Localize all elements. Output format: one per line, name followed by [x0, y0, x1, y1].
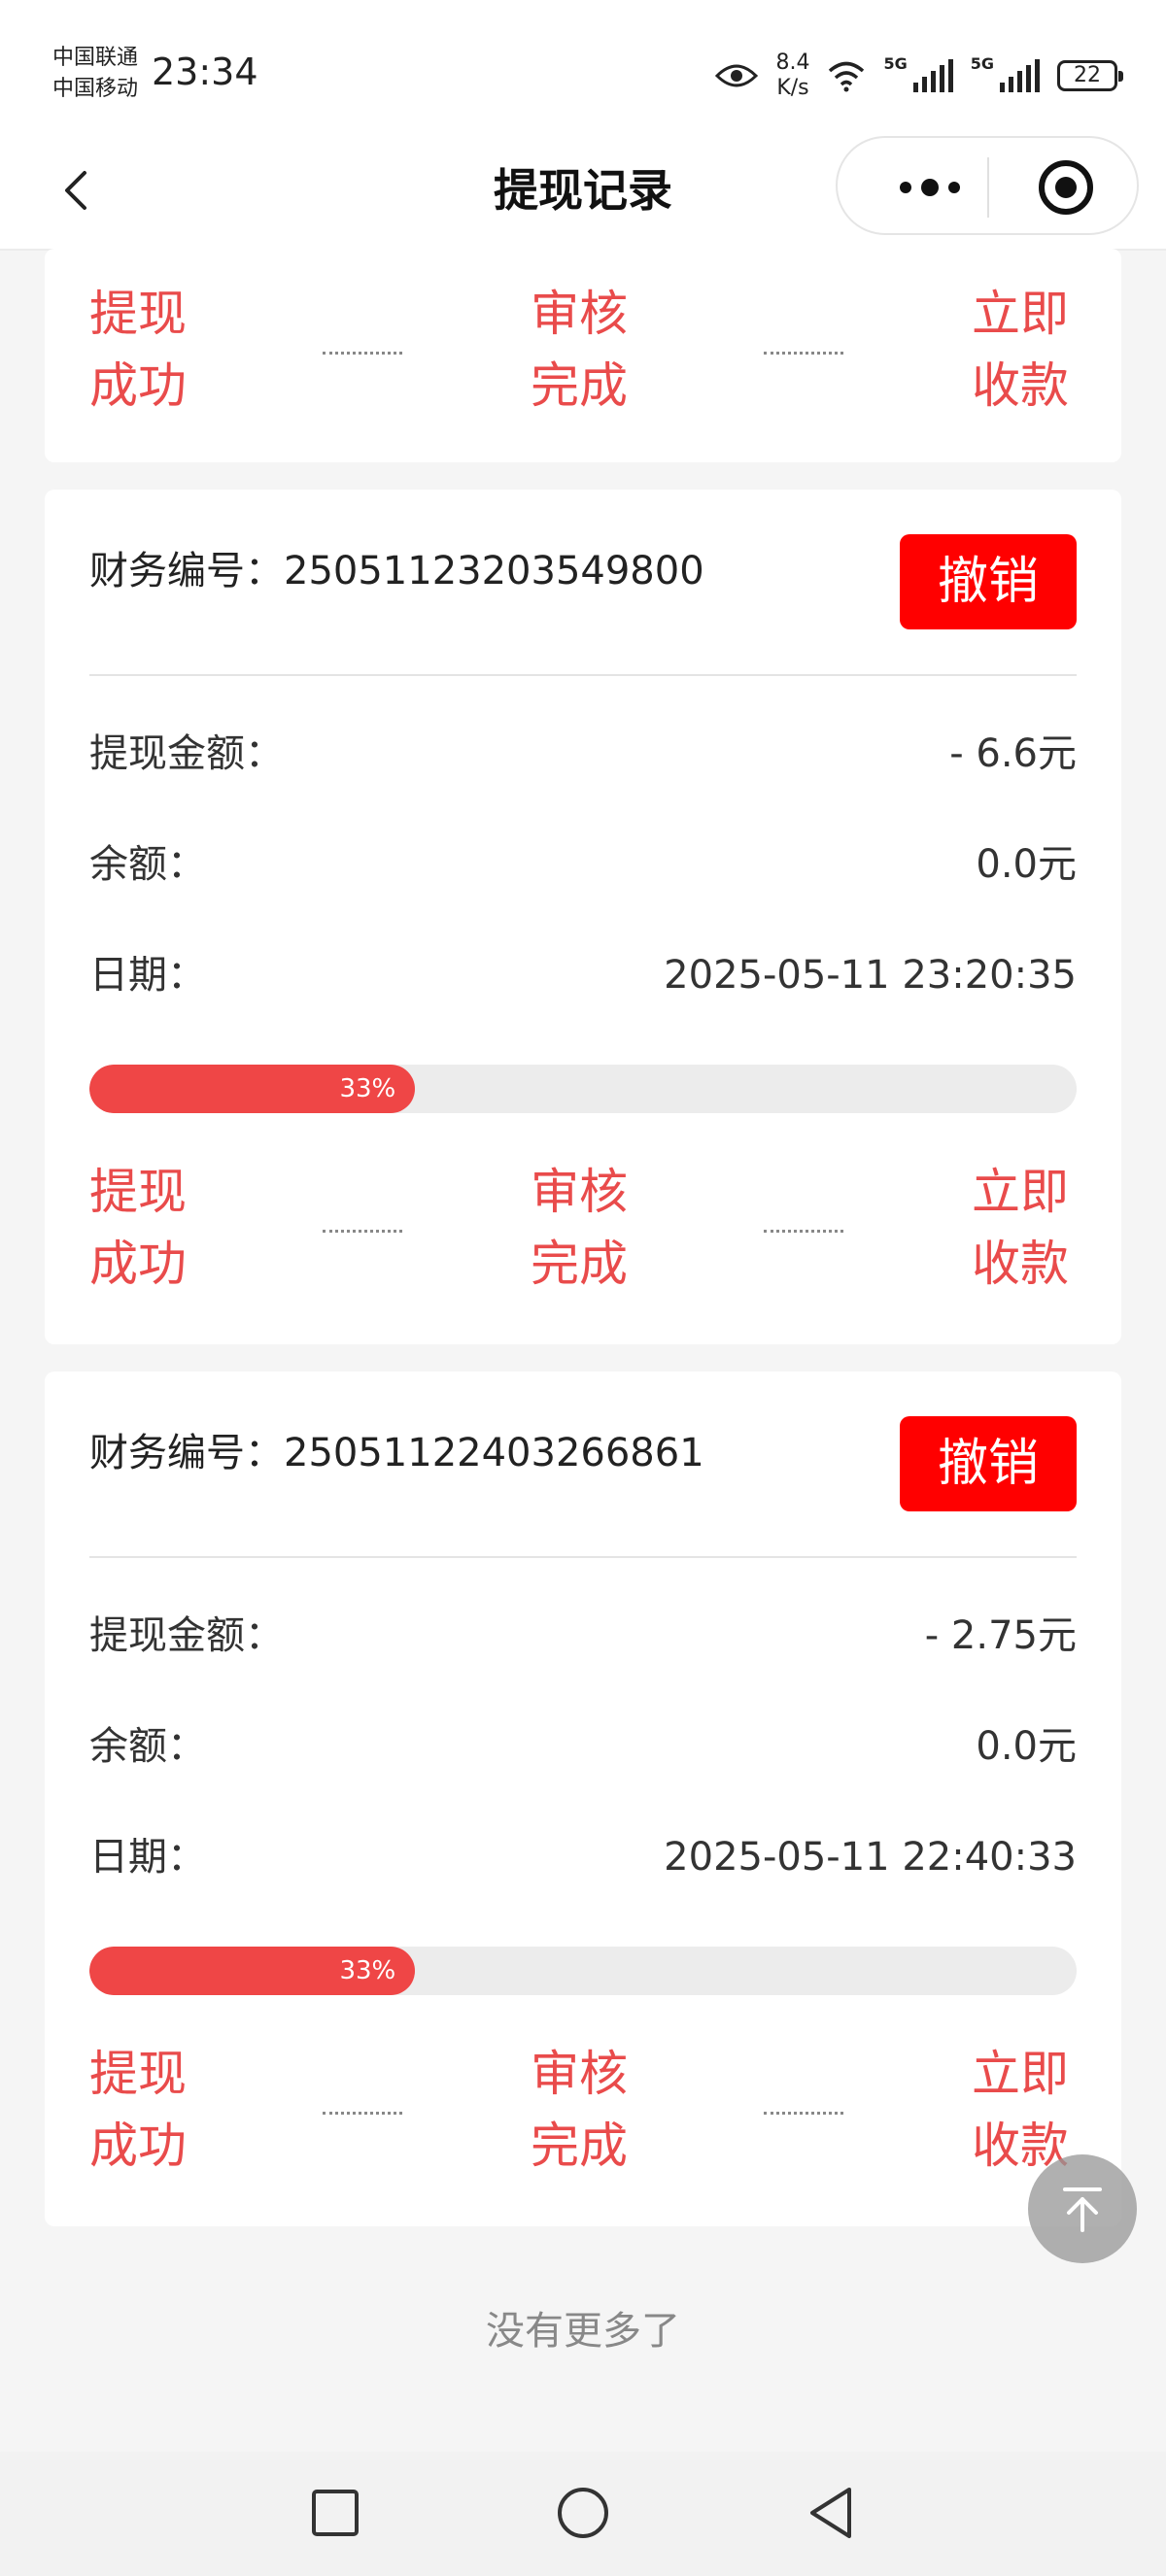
close-miniprogram-button[interactable]: [1032, 153, 1100, 221]
system-navigation-bar: [0, 2452, 1166, 2576]
carrier-1: 中国联通: [52, 46, 139, 70]
progress-steps: 提现成功 审核完成 立即收款: [89, 1156, 1077, 1302]
amount-value: - 6.6元: [949, 731, 1077, 776]
progress-fill: 33%: [89, 1065, 416, 1113]
home-button[interactable]: [549, 2479, 617, 2547]
progress-fill: 33%: [89, 1947, 416, 1995]
amount-row: 提现金额： - 6.6元: [89, 725, 1077, 783]
cancel-button[interactable]: 撤销: [900, 1416, 1077, 1511]
amount-row: 提现金额： - 2.75元: [89, 1607, 1077, 1665]
step-connector: [323, 2112, 402, 2115]
divider: [89, 1556, 1077, 1558]
finance-id-label: 财务编号：: [89, 549, 284, 593]
balance-label: 余额：: [89, 842, 206, 887]
finance-id: 财务编号：25051122403266861: [89, 1420, 704, 1486]
signal-2-tag: 5G: [970, 53, 994, 73]
finance-id: 财务编号：25051123203549800: [89, 538, 704, 604]
nav-bar: 提现记录: [0, 136, 1166, 251]
step-connector: [764, 1230, 843, 1233]
step-withdraw-success: 提现成功: [89, 2046, 187, 2174]
circle-icon: [558, 2488, 608, 2538]
progress-bar: 33%: [89, 1947, 1077, 1995]
amount-value: - 2.75元: [924, 1613, 1077, 1658]
more-button[interactable]: [876, 153, 983, 221]
no-more-text: 没有更多了: [486, 2309, 680, 2354]
record-card: 财务编号：25051123203549800 撤销 提现金额： - 6.6元 余…: [45, 490, 1121, 1344]
capsule-divider: [987, 157, 989, 218]
triangle-back-icon: [810, 2488, 851, 2538]
signal-2-bars-icon: [1000, 59, 1040, 92]
step-connector: [323, 352, 402, 355]
net-speed-unit: K/s: [776, 76, 809, 100]
arrow-up-to-top-icon: [1063, 2187, 1102, 2232]
balance-label: 余额：: [89, 1724, 206, 1769]
balance-value: 0.0元: [976, 842, 1077, 887]
step-withdraw-success: 提现成功: [89, 286, 187, 414]
amount-label: 提现金额：: [89, 1613, 284, 1658]
balance-row: 余额： 0.0元: [89, 1717, 1077, 1776]
status-icons: 8.4 K/s 5G 5G 22: [715, 47, 1123, 105]
cancel-button[interactable]: 撤销: [900, 534, 1077, 629]
system-back-button[interactable]: [797, 2479, 865, 2547]
status-time: 23:34: [152, 51, 258, 93]
more-dots-icon: [900, 179, 960, 196]
step-review-complete: 审核完成: [531, 1164, 628, 1292]
step-review-complete: 审核完成: [531, 286, 628, 414]
eye-icon: [715, 64, 759, 87]
step-receive-now: 立即收款: [972, 1164, 1069, 1292]
status-bar: 中国联通 中国移动 23:34 8.4 K/s 5G 5G 22: [0, 0, 1166, 136]
square-icon: [312, 2490, 359, 2536]
step-receive-now: 立即收款: [972, 286, 1069, 414]
record-card-partial: 提现成功 审核完成 立即收款: [45, 249, 1121, 462]
progress-steps: 提现成功 审核完成 立即收款: [89, 2038, 1077, 2184]
wifi-icon: [829, 61, 865, 92]
signal-1-bars-icon: [912, 59, 953, 92]
miniprogram-capsule: [836, 136, 1139, 235]
step-connector: [323, 1230, 402, 1233]
recent-apps-button[interactable]: [301, 2479, 369, 2547]
step-review-complete: 审核完成: [531, 2046, 628, 2174]
step-connector: [764, 2112, 843, 2115]
date-label: 日期：: [89, 953, 206, 998]
record-card: 财务编号：25051122403266861 撤销 提现金额： - 2.75元 …: [45, 1372, 1121, 2226]
carrier-2: 中国移动: [52, 77, 139, 101]
progress-bar: 33%: [89, 1065, 1077, 1113]
finance-id-value: 25051122403266861: [284, 1431, 704, 1475]
back-to-top-button[interactable]: [1028, 2154, 1137, 2263]
battery-icon: 22: [1057, 60, 1123, 91]
progress-steps: 提现成功 审核完成 立即收款: [89, 278, 1077, 424]
step-connector: [764, 352, 843, 355]
signal-1-tag: 5G: [883, 53, 908, 73]
date-value: 2025-05-11 22:40:33: [664, 1835, 1077, 1880]
finance-id-value: 25051123203549800: [284, 549, 704, 593]
date-row: 日期： 2025-05-11 23:20:35: [89, 946, 1077, 1004]
net-speed-value: 8.4: [775, 51, 810, 75]
date-label: 日期：: [89, 1835, 206, 1880]
divider: [89, 674, 1077, 676]
amount-label: 提现金额：: [89, 731, 284, 776]
carrier-names: 中国联通 中国移动: [52, 43, 138, 105]
battery-level: 22: [1074, 63, 1101, 87]
date-row: 日期： 2025-05-11 22:40:33: [89, 1828, 1077, 1886]
finance-id-label: 财务编号：: [89, 1431, 284, 1475]
balance-value: 0.0元: [976, 1724, 1077, 1769]
net-speed: 8.4 K/s: [775, 51, 809, 101]
date-value: 2025-05-11 23:20:35: [664, 953, 1077, 998]
balance-row: 余额： 0.0元: [89, 835, 1077, 894]
target-close-icon: [1039, 160, 1093, 215]
step-withdraw-success: 提现成功: [89, 1164, 187, 1292]
